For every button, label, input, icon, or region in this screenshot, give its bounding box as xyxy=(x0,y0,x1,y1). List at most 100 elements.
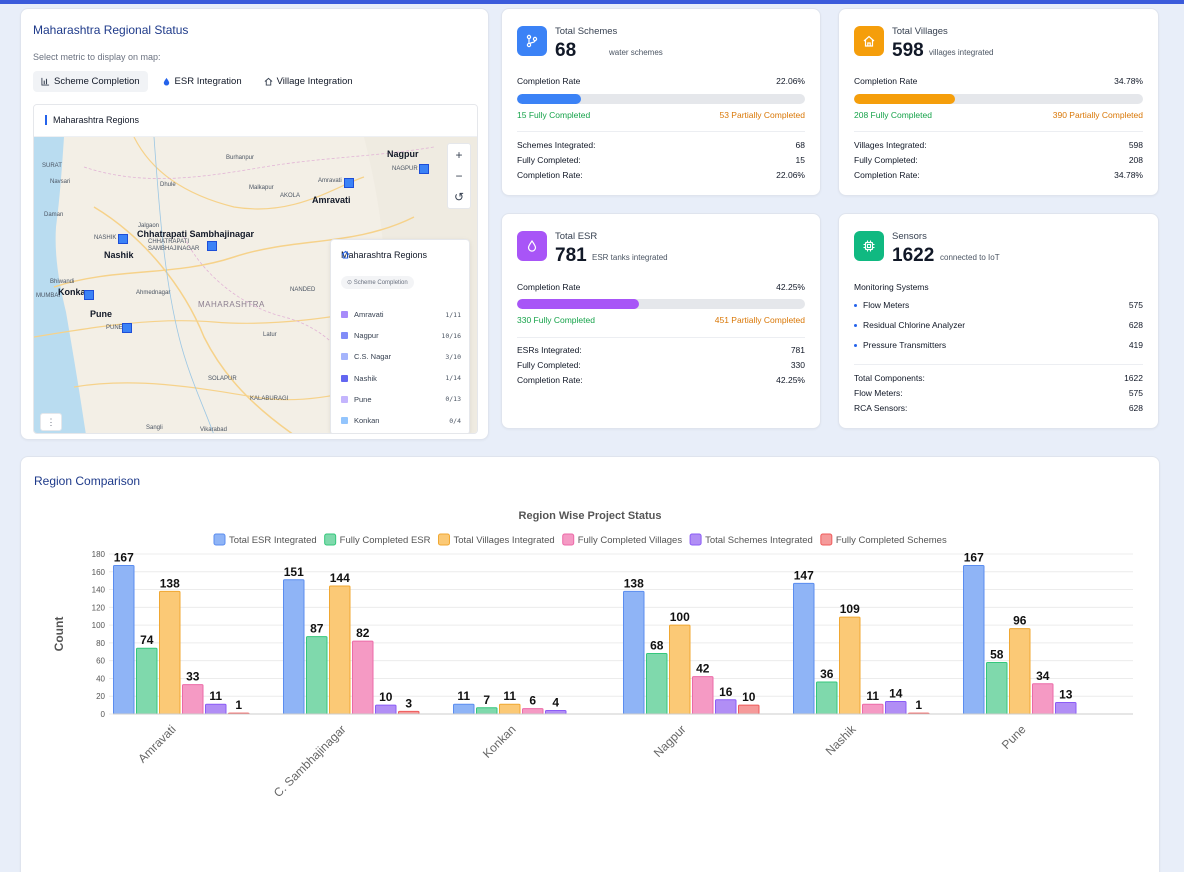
section-label: Monitoring Systems xyxy=(854,282,929,292)
detail-value: 34.78% xyxy=(1114,170,1143,180)
legend-swatch xyxy=(341,311,348,319)
bar-total-schemes-integrated xyxy=(715,699,737,715)
bar-total-schemes-integrated xyxy=(1055,701,1077,715)
marker-nagpur[interactable] xyxy=(419,164,429,174)
bar-total-esr-integrated xyxy=(283,579,305,715)
map-options-button[interactable]: ⋮ xyxy=(40,413,62,431)
bar-data-label: 13 xyxy=(1059,687,1073,701)
marker-pune[interactable] xyxy=(122,323,132,333)
legend-metric-badge: ⊙ Scheme Completion xyxy=(341,276,414,289)
zoom-out-button[interactable]: − xyxy=(455,169,462,183)
tab-esr-integration[interactable]: ESR Integration xyxy=(154,71,250,92)
legend-row-pune[interactable]: Pune 0/13 xyxy=(341,389,461,410)
bar-total-schemes-integrated xyxy=(545,709,567,715)
bar-fully-completed-villages xyxy=(692,676,714,715)
completion-breakdown: 15 Fully Completed 53 Partially Completed xyxy=(517,110,805,120)
city-label: Latur xyxy=(263,332,277,338)
bar-data-label: 167 xyxy=(964,551,984,565)
region-comparison-chart: Region Wise Project Status Total ESR Inte… xyxy=(52,510,1133,800)
region-label-amravati: Amravati xyxy=(312,195,351,205)
regional-status-card: Maharashtra Regional Status Select metri… xyxy=(20,8,489,440)
completion-progress-bar xyxy=(517,94,805,104)
detail-row: Fully Completed: 15 xyxy=(517,155,805,165)
tab-village-integration[interactable]: Village Integration xyxy=(256,71,361,92)
city-label: Bhiwandi xyxy=(50,279,75,285)
legend-row-nagpur[interactable]: Nagpur 10/16 xyxy=(341,325,461,346)
legend-row-c-s-nagar[interactable]: C.S. Nagar 3/10 xyxy=(341,346,461,367)
y-tick-label: 160 xyxy=(92,568,106,577)
detail-row: Schemes Integrated: 68 xyxy=(517,140,805,150)
marker-nashik[interactable] xyxy=(118,234,128,244)
bar-data-label: 68 xyxy=(650,639,664,653)
home-icon xyxy=(341,250,350,259)
bar-total-villages-integrated xyxy=(159,590,181,715)
y-tick-label: 60 xyxy=(96,657,105,666)
region-label-nagpur: Nagpur xyxy=(387,149,419,159)
legend-title-text: Maharashtra Regions xyxy=(341,250,428,260)
detail-label: Schemes Integrated: xyxy=(517,140,596,150)
marker-sambhajinagar[interactable] xyxy=(207,241,217,251)
tab-label: Village Integration xyxy=(276,76,353,87)
bar-total-schemes-integrated xyxy=(205,703,227,715)
legend-region-count: 0/13 xyxy=(445,395,461,404)
droplet-icon xyxy=(517,231,547,261)
bar-total-villages-integrated xyxy=(839,616,861,715)
tab-scheme-completion[interactable]: Scheme Completion xyxy=(33,71,148,92)
total-schemes-card: Total Schemes 68 water schemes Completio… xyxy=(501,8,821,196)
legend-swatch xyxy=(820,533,833,546)
card-value: 68 xyxy=(555,40,577,61)
divider xyxy=(517,337,805,338)
region-label-nashik: Nashik xyxy=(104,250,134,260)
legend-swatch xyxy=(324,533,337,546)
bar-chart-icon xyxy=(41,77,50,86)
legend-badge-text: Scheme Completion xyxy=(353,280,408,286)
bar-fully-completed-villages xyxy=(522,708,544,715)
bar-data-label: 4 xyxy=(552,695,559,709)
card-title: Total Villages xyxy=(892,26,948,37)
city-label: NASHIK xyxy=(94,235,117,241)
zoom-in-button[interactable]: + xyxy=(455,148,462,162)
legend-row-nashik[interactable]: Nashik 1/14 xyxy=(341,368,461,389)
system-row: Residual Chlorine Analyzer 628 xyxy=(854,320,1143,330)
detail-label: Completion Rate: xyxy=(854,170,920,180)
detail-row: RCA Sensors: 628 xyxy=(854,403,1143,413)
detail-row: ESRs Integrated: 781 xyxy=(517,345,805,355)
legend-row-konkan[interactable]: Konkan 0/4 xyxy=(341,410,461,431)
legend-region-count: 10/16 xyxy=(441,331,461,340)
legend-label: Total Villages Integrated xyxy=(453,535,554,546)
marker-konkan[interactable] xyxy=(84,290,94,300)
legend-row-amravati[interactable]: Amravati 1/11 xyxy=(341,304,461,325)
city-label: KALABURAGI xyxy=(250,396,289,402)
bar-data-label: 14 xyxy=(889,687,903,701)
detail-label: Fully Completed: xyxy=(854,155,918,165)
fully-completed-label: 208 Fully Completed xyxy=(854,110,932,120)
legend-swatch xyxy=(689,533,702,546)
bar-data-label: 36 xyxy=(820,667,834,681)
rate-label: Completion Rate xyxy=(517,76,581,86)
city-label: Navsari xyxy=(50,179,71,185)
detail-row: Completion Rate: 42.25% xyxy=(517,375,805,385)
map-canvas[interactable]: SURAT Navsari Daman Bhiwandi MUMBAI Dhul… xyxy=(34,137,477,433)
system-label: Residual Chlorine Analyzer xyxy=(854,320,965,330)
bar-total-esr-integrated xyxy=(963,565,985,715)
y-tick-label: 180 xyxy=(92,550,106,559)
bar-total-esr-integrated xyxy=(793,582,815,715)
legend-region-name: Nagpur xyxy=(354,331,379,341)
city-label: Dhule xyxy=(160,182,176,188)
bar-data-label: 87 xyxy=(310,622,324,636)
reset-view-button[interactable]: ↺ xyxy=(454,190,464,204)
y-tick-label: 20 xyxy=(96,692,105,701)
legend-swatch xyxy=(341,395,348,403)
detail-value: 598 xyxy=(1128,140,1143,150)
card-value: 598 xyxy=(892,40,924,61)
legend-label: Fully Completed ESR xyxy=(340,535,431,546)
card-subtitle: ESR tanks integrated xyxy=(592,253,668,262)
marker-amravati[interactable] xyxy=(344,178,354,188)
legend-region-count: 0/4 xyxy=(449,416,461,425)
detail-row: Villages Integrated: 598 xyxy=(854,140,1143,150)
detail-row: Flow Meters: 575 xyxy=(854,388,1143,398)
detail-value: 68 xyxy=(795,140,805,150)
fully-completed-label: 15 Fully Completed xyxy=(517,110,591,120)
bar-data-label: 11 xyxy=(209,689,222,703)
system-row: Pressure Transmitters 419 xyxy=(854,340,1143,350)
